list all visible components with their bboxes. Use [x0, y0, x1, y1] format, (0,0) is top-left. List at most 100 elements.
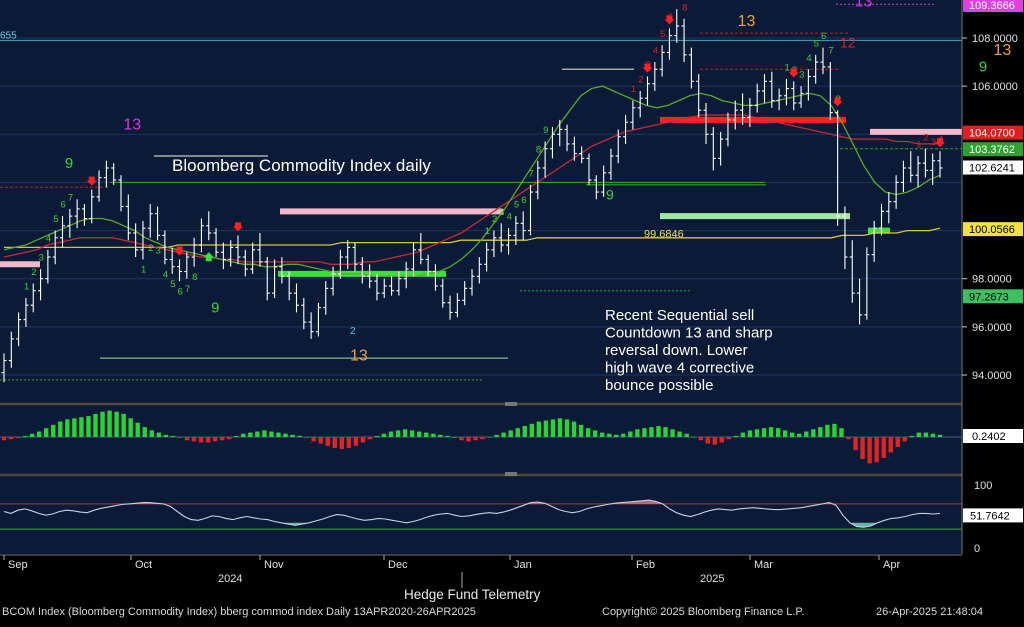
td-count-red: 1 — [916, 140, 921, 151]
hist-tag-label: 0.2402 — [972, 431, 1006, 443]
footer-security: BCOM Index (Bloomberg Commodity Index) b… — [2, 606, 476, 618]
hist-bar — [163, 434, 169, 437]
hist-bar — [529, 423, 535, 437]
hist-bar — [473, 437, 478, 441]
hist-bar — [346, 437, 352, 448]
hist-bar — [86, 416, 91, 437]
hist-bar — [571, 421, 577, 437]
x-year-label: 2025 — [700, 573, 724, 585]
hist-bar — [522, 426, 527, 437]
footer-bar: BCOM Index (Bloomberg Commodity Index) b… — [0, 603, 1024, 622]
hist-bar — [754, 429, 760, 437]
hist-bar — [72, 418, 77, 437]
y-tick-label: 98.0000 — [972, 274, 1012, 286]
td-count-red: 7 — [675, 0, 680, 4]
hist-bar — [29, 433, 35, 437]
td-count-buy: 6 — [61, 200, 66, 211]
hist-bar — [825, 424, 830, 437]
hist-bar — [677, 431, 682, 437]
td-count-green: 7 — [185, 284, 190, 295]
panel-resize-handle-1[interactable] — [505, 402, 517, 406]
td-count-green: 7 — [529, 168, 534, 179]
hist-bar — [712, 437, 717, 445]
hist-bar — [592, 430, 598, 437]
td-label: 13 — [350, 348, 368, 365]
td-count-green: 3 — [799, 70, 804, 81]
x-year-label: 2024 — [218, 573, 242, 585]
y-tick-label: 108.0000 — [972, 33, 1018, 45]
hist-bar — [142, 427, 147, 437]
hist-bar — [1, 437, 7, 441]
x-tick-label: Sep — [8, 559, 28, 571]
hist-bar — [607, 433, 612, 437]
hist-bar — [649, 427, 654, 437]
td-count-green: 9 — [543, 125, 548, 136]
rsi-tick-label: 100 — [974, 480, 992, 492]
hist-bar — [290, 434, 295, 437]
hist-bar — [916, 432, 922, 437]
hist-bar — [719, 437, 725, 443]
annotation-line: bounce possible — [605, 377, 713, 394]
hist-bar — [740, 432, 746, 437]
x-tick-label: Mar — [754, 559, 773, 571]
td-count-green: 4 — [507, 212, 512, 223]
hist-bar — [114, 411, 119, 437]
level-label-mid: 99.6846 — [644, 228, 684, 240]
hist-bar — [431, 433, 436, 437]
hist-bar — [909, 435, 915, 437]
hist-bar — [79, 417, 84, 437]
td-count-green: 2 — [492, 214, 497, 225]
x-tick-label: Jan — [514, 559, 532, 571]
hist-bar — [156, 432, 162, 437]
hist-bar — [747, 430, 753, 437]
td-count-buy: 2 — [31, 267, 36, 278]
price-tag-label: 102.6241 — [969, 163, 1015, 175]
hist-bar — [248, 432, 253, 437]
hist-bar — [684, 433, 689, 437]
hist-bar — [860, 437, 865, 459]
hist-bar — [395, 430, 401, 437]
hist-bar — [417, 431, 422, 437]
x-tick-label: Dec — [388, 559, 408, 571]
chart-stage: 65599.6846 12345671234567812345678912345… — [0, 0, 1024, 622]
hist-bar — [846, 437, 851, 440]
chart-title: Bloomberg Commodity Index daily — [172, 156, 431, 175]
price-tag-label: 109.3666 — [969, 0, 1015, 12]
price-tag-label: 97.2673 — [969, 291, 1009, 303]
td-count-red: 8 — [682, 2, 687, 13]
y-tick-label: 94.0000 — [972, 370, 1012, 382]
hist-bar — [874, 437, 879, 463]
hist-bar — [930, 433, 936, 437]
hist-bar — [515, 428, 520, 437]
hist-bar — [782, 430, 788, 437]
price-tag-label: 103.3762 — [969, 144, 1015, 156]
hist-bar — [424, 432, 429, 437]
hist-bar — [635, 429, 640, 437]
hist-bar — [409, 430, 415, 437]
x-tick-label: Apr — [883, 559, 900, 571]
hist-bar — [227, 437, 232, 440]
hist-bar — [459, 437, 464, 441]
hist-bar — [318, 437, 323, 444]
hist-bar — [761, 428, 767, 437]
td-label: 2 — [350, 326, 356, 337]
price-panel-bg — [0, 0, 962, 402]
td-count-red: 2 — [638, 75, 643, 86]
x-tick-label: Nov — [264, 559, 284, 571]
td-count-buy: 1 — [24, 282, 29, 293]
panel-resize-handle-2[interactable] — [505, 472, 517, 476]
hist-panel-bg — [0, 406, 962, 473]
hist-bar — [339, 437, 345, 450]
hist-bar — [438, 434, 443, 437]
td-count-green: 3 — [499, 207, 504, 218]
hist-bar — [585, 428, 591, 437]
annotation-line: high wave 4 corrective — [605, 360, 754, 377]
td-count-red: 5 — [660, 29, 665, 40]
hist-bar — [36, 431, 42, 437]
hist-bar — [121, 413, 126, 437]
hist-bar — [621, 433, 626, 437]
hist-bar — [311, 437, 316, 442]
td-count-green: 6 — [178, 286, 183, 297]
y-tick-label: 96.0000 — [972, 322, 1012, 334]
hist-bar — [177, 437, 183, 439]
